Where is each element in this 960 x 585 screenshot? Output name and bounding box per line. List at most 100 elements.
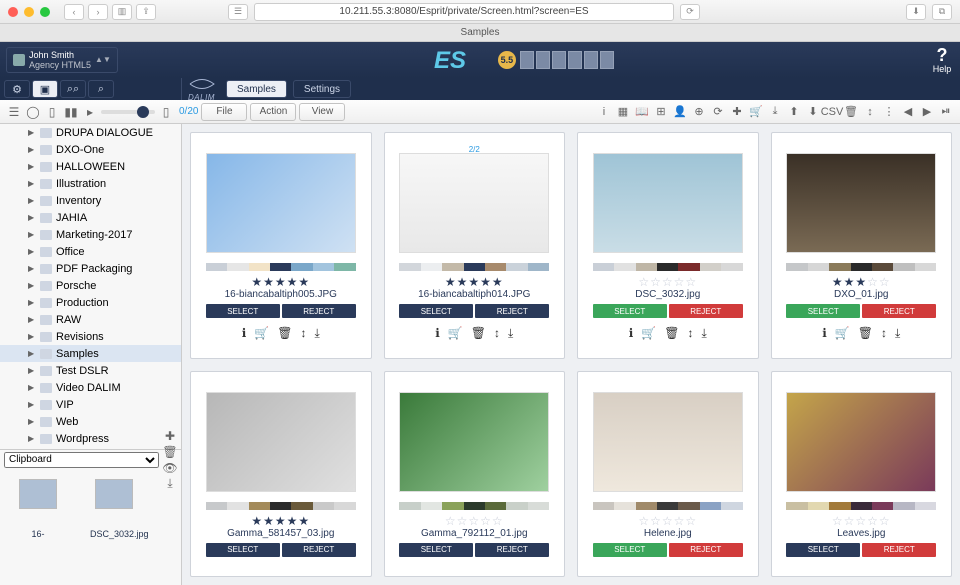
- disclosure-icon[interactable]: ▶: [28, 230, 36, 239]
- view-menu[interactable]: View: [299, 103, 345, 121]
- reject-button[interactable]: REJECT: [669, 304, 743, 318]
- asset-thumbnail[interactable]: [399, 392, 549, 492]
- asset-card[interactable]: ☆☆☆☆☆DSC_3032.jpgSELECTREJECTℹ🛒🗑↕⤓: [577, 132, 759, 359]
- disclosure-icon[interactable]: ▶: [28, 349, 36, 358]
- reject-button[interactable]: REJECT: [282, 543, 356, 557]
- disclosure-icon[interactable]: ▶: [28, 332, 36, 341]
- tab-settings[interactable]: Settings: [293, 80, 351, 98]
- search-icon[interactable]: ⌕: [88, 80, 114, 98]
- reload-button[interactable]: ⟳: [680, 4, 700, 20]
- disclosure-icon[interactable]: ▶: [28, 315, 36, 324]
- forward-button[interactable]: ›: [88, 4, 108, 20]
- tree-item[interactable]: ▶VIP: [0, 396, 181, 413]
- zoom-window-icon[interactable]: [40, 7, 50, 17]
- disclosure-icon[interactable]: ▶: [28, 264, 36, 273]
- view-mode-icon[interactable]: ☰: [6, 104, 22, 120]
- asset-card[interactable]: ★★★★★16-biancabaltiph005.JPGSELECTREJECT…: [190, 132, 372, 359]
- select-button[interactable]: SELECT: [399, 304, 473, 318]
- binocular-icon[interactable]: ⌕⌕: [60, 80, 86, 98]
- reject-button[interactable]: REJECT: [862, 543, 936, 557]
- cart-icon[interactable]: 🛒: [835, 326, 850, 342]
- sidebar-toggle-button[interactable]: ▥: [112, 4, 132, 20]
- tree-item[interactable]: ▶DXO-One: [0, 141, 181, 158]
- page-icon[interactable]: ▯: [44, 104, 60, 120]
- select-button[interactable]: SELECT: [399, 543, 473, 557]
- asset-card[interactable]: ★★★☆☆DXO_01.jpgSELECTREJECTℹ🛒🗑↕⤓: [771, 132, 953, 359]
- trash-icon[interactable]: 🗑: [471, 326, 486, 342]
- settings-icon[interactable]: ⚙: [4, 80, 30, 98]
- tab-samples[interactable]: Samples: [226, 80, 287, 98]
- asset-thumbnail[interactable]: [786, 392, 936, 492]
- asset-thumbnail[interactable]: [206, 153, 356, 253]
- toolbar-icon-4[interactable]: 👤: [672, 104, 688, 120]
- circle-icon[interactable]: ◯: [25, 104, 41, 120]
- page-small-icon[interactable]: ▯: [158, 104, 174, 120]
- download-icon[interactable]: ⤓: [508, 326, 513, 342]
- asset-thumbnail[interactable]: [593, 153, 743, 253]
- minimize-window-icon[interactable]: [24, 7, 34, 17]
- toolbar-icon-6[interactable]: ⟳: [710, 104, 726, 120]
- asset-card[interactable]: ☆☆☆☆☆Leaves.jpgSELECTREJECT: [771, 371, 953, 578]
- download-icon[interactable]: ⤓: [895, 326, 900, 342]
- back-button[interactable]: ‹: [64, 4, 84, 20]
- reject-button[interactable]: REJECT: [475, 304, 549, 318]
- toolbar-icon-8[interactable]: 🛒: [748, 104, 764, 120]
- rating-stars[interactable]: ★★★★★: [445, 275, 504, 289]
- tree-item[interactable]: ▶RAW: [0, 311, 181, 328]
- tree-item[interactable]: ▶Office: [0, 243, 181, 260]
- tree-item[interactable]: ▶JAHIA: [0, 209, 181, 226]
- cart-icon[interactable]: 🛒: [641, 326, 656, 342]
- asset-thumbnail[interactable]: [399, 153, 549, 253]
- reject-button[interactable]: REJECT: [475, 543, 549, 557]
- rating-stars[interactable]: ☆☆☆☆☆: [638, 275, 697, 289]
- toolbar-icon-17[interactable]: ▶: [919, 104, 935, 120]
- toolbar-icon-16[interactable]: ◀: [900, 104, 916, 120]
- asset-thumbnail[interactable]: [593, 392, 743, 492]
- reject-button[interactable]: REJECT: [282, 304, 356, 318]
- toolbar-icon-10[interactable]: ⬆: [786, 104, 802, 120]
- disclosure-icon[interactable]: ▶: [28, 281, 36, 290]
- toolbar-icon-1[interactable]: ▦: [615, 104, 631, 120]
- download-icon[interactable]: ⤓: [701, 326, 706, 342]
- disclosure-icon[interactable]: ▶: [28, 298, 36, 307]
- tree-item[interactable]: ▶Revisions: [0, 328, 181, 345]
- clipboard-select[interactable]: Clipboard: [4, 452, 159, 468]
- share-button[interactable]: ⇪: [136, 4, 156, 20]
- reject-button[interactable]: REJECT: [669, 543, 743, 557]
- toolbar-icon-18[interactable]: ⏯: [938, 104, 954, 120]
- select-button[interactable]: SELECT: [206, 543, 280, 557]
- folder-view-icon[interactable]: ▣: [32, 80, 58, 98]
- reader-button[interactable]: ☰: [228, 4, 248, 20]
- sort-icon[interactable]: ↕: [687, 326, 693, 342]
- tree-item[interactable]: ▶Samples: [0, 345, 181, 362]
- tree-item[interactable]: ▶Marketing-2017: [0, 226, 181, 243]
- asset-thumbnail[interactable]: [786, 153, 936, 253]
- tree-item[interactable]: ▶Wordpress: [0, 430, 181, 447]
- sort-icon[interactable]: ↕: [881, 326, 887, 342]
- select-button[interactable]: SELECT: [593, 304, 667, 318]
- clipboard-item[interactable]: 16-: [14, 479, 62, 575]
- thumb-size-slider[interactable]: [101, 110, 155, 114]
- disclosure-icon[interactable]: ▶: [28, 179, 36, 188]
- user-chip[interactable]: John Smith Agency HTML5 ▲▼: [6, 47, 118, 74]
- tree-item[interactable]: ▶Web: [0, 413, 181, 430]
- clipboard-tool-0[interactable]: ✚: [163, 428, 177, 444]
- asset-card[interactable]: ★★★★★Gamma_581457_03.jpgSELECTREJECT: [190, 371, 372, 578]
- clipboard-item[interactable]: DSC_3032.jpg: [90, 479, 138, 575]
- info-icon[interactable]: ℹ: [629, 326, 634, 342]
- disclosure-icon[interactable]: ▶: [28, 417, 36, 426]
- action-menu[interactable]: Action: [250, 103, 296, 121]
- disclosure-icon[interactable]: ▶: [28, 366, 36, 375]
- sort-icon[interactable]: ↕: [300, 326, 306, 342]
- tree-item[interactable]: ▶PDF Packaging: [0, 260, 181, 277]
- disclosure-icon[interactable]: ▶: [28, 145, 36, 154]
- tree-item[interactable]: ▶Test DSLR: [0, 362, 181, 379]
- sort-icon[interactable]: ↕: [494, 326, 500, 342]
- disclosure-icon[interactable]: ▶: [28, 128, 36, 137]
- tree-item[interactable]: ▶Illustration: [0, 175, 181, 192]
- address-bar[interactable]: 10.211.55.3:8080/Esprit/private/Screen.h…: [254, 3, 674, 21]
- tree-item[interactable]: ▶Production: [0, 294, 181, 311]
- tree-item[interactable]: ▶Porsche: [0, 277, 181, 294]
- info-icon[interactable]: ℹ: [822, 326, 827, 342]
- tree-item[interactable]: ▶Video DALIM: [0, 379, 181, 396]
